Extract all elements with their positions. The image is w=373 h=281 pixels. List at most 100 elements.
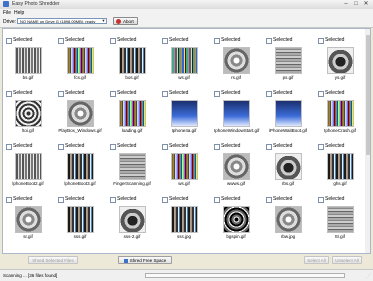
selected-checkbox[interactable] [58,197,64,203]
selected-checkbox[interactable] [110,91,116,97]
image-thumbnail[interactable] [15,47,42,74]
selected-label: Selected [169,143,189,149]
selected-checkbox[interactable] [214,38,220,44]
selected-checkbox[interactable] [162,144,168,150]
drive-select[interactable]: NO NAME on Drive G (1898.00MB), ready ▼ [17,18,107,24]
selected-checkbox[interactable] [266,144,272,150]
file-tile[interactable]: Selected lphoneBoot3.gif [58,143,102,193]
minimize-button[interactable]: – [341,1,351,7]
unselect-all-button[interactable]: Unselect All [332,256,362,264]
file-tile[interactable]: Selected sr.gif [6,196,50,246]
image-thumbnail[interactable] [223,47,250,74]
selected-checkbox[interactable] [6,197,12,203]
selected-checkbox[interactable] [162,91,168,97]
image-thumbnail[interactable] [119,206,146,233]
file-tile[interactable]: Selected ys.gif [318,37,362,87]
selected-checkbox[interactable] [58,91,64,97]
image-thumbnail[interactable] [15,153,42,180]
image-thumbnail[interactable] [119,153,146,180]
image-thumbnail[interactable] [327,153,354,180]
file-name: ltoi.gif [22,128,34,133]
file-tile[interactable]: Selected bos.gif [110,37,154,87]
image-thumbnail[interactable] [275,153,302,180]
selected-checkbox[interactable] [58,144,64,150]
file-tile[interactable]: Selected PlayBox_Windows.gif [58,90,102,140]
file-tile[interactable]: Selected rbs.gif [266,143,310,193]
image-thumbnail[interactable] [327,206,354,233]
file-tile[interactable]: Selected IphoneWindowStart.gif [214,90,259,140]
image-thumbnail[interactable] [119,47,146,74]
image-thumbnail[interactable] [327,100,354,127]
file-tile[interactable]: Selected ttr.gif [318,196,362,246]
image-thumbnail[interactable] [15,100,42,127]
image-thumbnail[interactable] [223,206,250,233]
file-tile[interactable]: Selected FingerScanning.gif [110,143,154,193]
selected-checkbox[interactable] [318,91,324,97]
image-thumbnail[interactable] [223,100,250,127]
selected-checkbox[interactable] [6,144,12,150]
image-thumbnail[interactable] [171,100,198,127]
image-thumbnail[interactable] [15,206,42,233]
selected-checkbox[interactable] [318,38,324,44]
file-tile[interactable]: Selected rs.gif [214,37,258,87]
selected-checkbox[interactable] [214,144,220,150]
image-thumbnail[interactable] [67,100,94,127]
file-tile[interactable]: Selected ps.gif [266,37,310,87]
image-thumbnail[interactable] [171,153,198,180]
file-tile[interactable]: Selected fcs.gif [58,37,102,87]
selected-checkbox[interactable] [162,38,168,44]
selected-checkbox[interactable] [110,144,116,150]
file-tile[interactable]: Selected sss.gif [58,196,102,246]
shred-free-space-button[interactable]: Shred Free Space [118,256,172,264]
scrollbar-thumb[interactable] [366,35,370,155]
file-tile[interactable]: Selected Iphone4a.gif [162,90,206,140]
image-thumbnail[interactable] [67,206,94,233]
selected-checkbox[interactable] [6,91,12,97]
file-tile[interactable]: Selected iPhoneWaitBoot.gif [266,90,310,140]
file-tile[interactable]: Selected bs.gif [6,37,50,87]
abort-button[interactable]: Abort [113,17,138,25]
file-tile[interactable]: Selected ws.gif [162,143,206,193]
file-tile[interactable]: Selected sss-2.gif [110,196,154,246]
selected-checkbox[interactable] [162,197,168,203]
shred-selected-files-button[interactable]: Shred Selected Files [28,256,78,264]
selected-checkbox[interactable] [58,38,64,44]
image-thumbnail[interactable] [171,47,198,74]
image-thumbnail[interactable] [67,153,94,180]
file-tile[interactable]: Selected bgspin.gif [214,196,258,246]
close-button[interactable]: ✕ [361,1,371,7]
vertical-scrollbar[interactable] [365,29,370,253]
selected-checkbox[interactable] [110,197,116,203]
selected-checkbox[interactable] [318,197,324,203]
selected-checkbox[interactable] [214,91,220,97]
maximize-button[interactable]: □ [351,1,361,7]
resize-grip-icon[interactable]: ⋰ [366,273,371,279]
selected-checkbox[interactable] [214,197,220,203]
selected-checkbox[interactable] [266,197,272,203]
selected-checkbox[interactable] [266,91,272,97]
image-thumbnail[interactable] [275,100,302,127]
image-thumbnail[interactable] [67,47,94,74]
image-thumbnail[interactable] [119,100,146,127]
select-all-button[interactable]: Select All [304,256,329,264]
file-tile[interactable]: Selected sss.jpg [162,196,206,246]
selected-label: Selected [273,196,293,202]
chevron-down-icon[interactable]: ▼ [101,19,106,23]
file-tile[interactable]: Selected ws.gif [162,37,206,87]
file-tile[interactable]: Selected lphoneBoot2.gif [6,143,50,193]
file-tile[interactable]: Selected ltoi.gif [6,90,50,140]
selected-checkbox[interactable] [110,38,116,44]
file-tile[interactable]: Selected loading.gif [110,90,154,140]
file-tile[interactable]: Selected rbw.jpg [266,196,310,246]
file-tile[interactable]: Selected ghs.gif [318,143,362,193]
file-tile[interactable]: Selected wwws.gif [214,143,258,193]
selected-checkbox[interactable] [6,38,12,44]
image-thumbnail[interactable] [275,206,302,233]
file-tile[interactable]: Selected IphoneCrash.gif [318,90,362,140]
image-thumbnail[interactable] [171,206,198,233]
selected-checkbox[interactable] [266,38,272,44]
image-thumbnail[interactable] [327,47,354,74]
image-thumbnail[interactable] [223,153,250,180]
image-thumbnail[interactable] [275,47,302,74]
selected-checkbox[interactable] [318,144,324,150]
